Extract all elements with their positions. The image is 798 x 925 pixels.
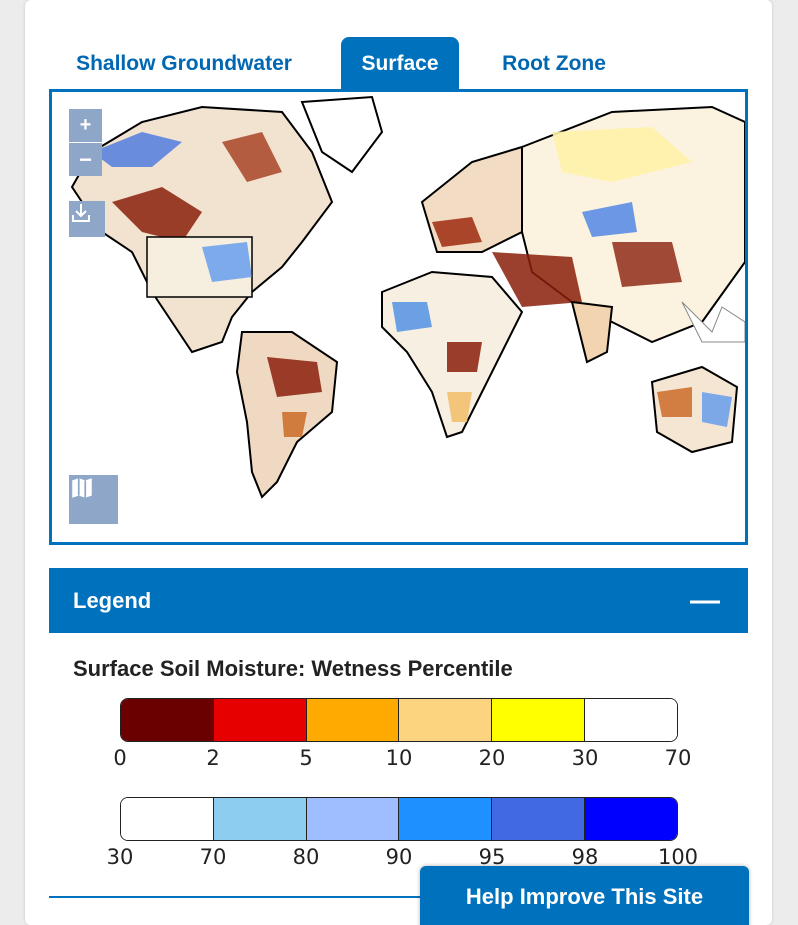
scale-tick-label: 2 (206, 746, 220, 770)
wet-color-scale (120, 797, 678, 841)
scale-tick-label: 10 (385, 746, 413, 770)
color-swatch (213, 699, 307, 741)
wet-patch (702, 392, 732, 427)
dry-patch (612, 242, 682, 287)
zoom-in-button[interactable]: + (69, 109, 102, 142)
download-button[interactable] (69, 201, 105, 237)
basemap-icon (72, 478, 92, 498)
scale-tick-label: 90 (385, 845, 413, 869)
color-swatch (121, 699, 214, 741)
legend-subtitle: Surface Soil Moisture: Wetness Percentil… (73, 656, 513, 681)
color-swatch (585, 798, 677, 840)
color-swatch (492, 798, 586, 840)
scale-tick-label: 0 (113, 746, 127, 770)
legend-header[interactable]: Legend — (49, 568, 748, 633)
zoom-out-button[interactable]: − (69, 143, 102, 176)
dry-scale-ticks: 0 2 5 10 20 30 70 (113, 746, 691, 772)
wet-patch (392, 302, 432, 332)
scale-tick-label: 70 (664, 746, 692, 770)
scale-tick-label: 70 (199, 845, 227, 869)
legend-title: Legend (73, 587, 152, 613)
color-swatch (306, 798, 400, 840)
dry-patch (447, 342, 482, 372)
dry-patch (657, 387, 692, 417)
collapse-icon[interactable]: — (690, 585, 720, 616)
color-swatch (121, 798, 214, 840)
help-improve-button[interactable]: Help Improve This Site (420, 866, 749, 925)
layer-tabs: Shallow Groundwater Surface Root Zone (50, 37, 747, 90)
color-swatch (399, 798, 493, 840)
dry-color-scale (120, 698, 678, 742)
color-swatch (492, 699, 586, 741)
tab-shallow-groundwater[interactable]: Shallow Groundwater (50, 37, 318, 90)
color-swatch (585, 699, 677, 741)
north-america (70, 105, 334, 354)
download-icon (72, 204, 90, 222)
color-swatch (213, 798, 307, 840)
basemap-button[interactable] (69, 475, 118, 524)
scale-tick-label: 5 (299, 746, 313, 770)
scale-tick-label: 80 (292, 845, 320, 869)
scale-tick-label: 30 (106, 845, 134, 869)
world-map[interactable]: + − (49, 89, 748, 545)
color-swatch (306, 699, 400, 741)
map-canvas (70, 95, 745, 499)
tab-root-zone[interactable]: Root Zone (483, 37, 625, 90)
scale-tick-label: 30 (571, 746, 599, 770)
tab-surface[interactable]: Surface (341, 37, 459, 90)
india (570, 300, 614, 364)
scale-tick-label: 20 (478, 746, 506, 770)
color-swatch (399, 699, 493, 741)
